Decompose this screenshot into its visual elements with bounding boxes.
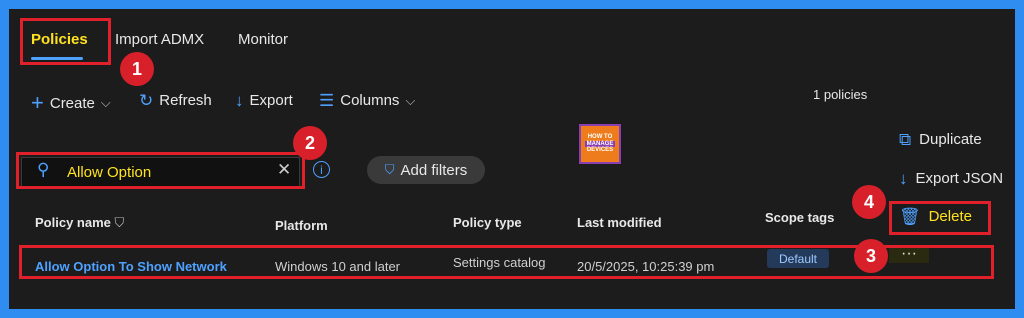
col-header-platform[interactable]: Platform <box>275 218 328 233</box>
logo-line3: DEVICES <box>586 147 614 154</box>
export-json-menu-item[interactable]: ↓ Export JSON <box>899 170 1003 187</box>
filter-icon: ⛉ <box>384 162 395 177</box>
annotation-box-delete <box>889 201 991 235</box>
step-badge-1: 1 <box>120 52 154 86</box>
policies-panel: Policies Import ADMX Monitor + Create ⌵ … <box>9 9 1015 309</box>
annotation-box-search <box>16 152 305 189</box>
chevron-down-icon: ⌵ <box>405 92 416 108</box>
col-header-policy-name[interactable]: Policy name ⛉ <box>35 215 124 231</box>
step-badge-2: 2 <box>293 126 327 160</box>
col-header-scope-tags[interactable]: Scope tags <box>765 210 834 225</box>
annotation-box-policy-row <box>19 245 994 279</box>
step-badge-4: 4 <box>852 185 886 219</box>
logo-line1: HOW TO <box>587 134 613 141</box>
add-filters-button[interactable]: ⛉ Add filters <box>367 156 485 184</box>
add-filters-label: Add filters <box>400 161 468 179</box>
create-label: Create <box>49 94 95 112</box>
policy-name-header-label: Policy name <box>35 215 111 230</box>
tab-import-admx[interactable]: Import ADMX <box>115 31 204 48</box>
logo-line2: MANAGE <box>584 140 616 148</box>
policy-count: 1 policies <box>813 87 868 102</box>
tab-monitor[interactable]: Monitor <box>238 31 288 48</box>
col-header-policy-type[interactable]: Policy type <box>453 215 522 230</box>
refresh-label: Refresh <box>159 92 212 109</box>
refresh-icon: ↻ <box>139 91 154 110</box>
how-to-manage-devices-logo: HOW TO MANAGE DEVICES <box>579 124 621 164</box>
create-button[interactable]: + Create ⌵ <box>31 92 111 114</box>
refresh-button[interactable]: ↻ Refresh <box>139 92 212 109</box>
export-json-label: Export JSON <box>915 170 1004 187</box>
duplicate-menu-item[interactable]: ⧉ Duplicate <box>899 131 982 148</box>
download-icon: ↓ <box>899 169 908 188</box>
plus-icon: + <box>31 90 44 115</box>
filter-icon[interactable]: ⛉ <box>115 215 125 230</box>
duplicate-label: Duplicate <box>919 131 982 148</box>
download-icon: ↓ <box>235 91 244 110</box>
copy-icon: ⧉ <box>899 130 912 149</box>
chevron-down-icon: ⌵ <box>100 95 111 110</box>
step-badge-3: 3 <box>854 239 888 273</box>
export-label: Export <box>249 92 293 109</box>
columns-button[interactable]: ☰ Columns ⌵ <box>319 92 415 109</box>
annotation-box-policies-tab <box>20 18 111 65</box>
col-header-last-modified[interactable]: Last modified <box>577 215 662 230</box>
info-icon[interactable]: i <box>313 161 330 178</box>
columns-label: Columns <box>340 92 400 109</box>
columns-icon: ☰ <box>319 91 335 110</box>
export-button[interactable]: ↓ Export <box>235 92 293 109</box>
